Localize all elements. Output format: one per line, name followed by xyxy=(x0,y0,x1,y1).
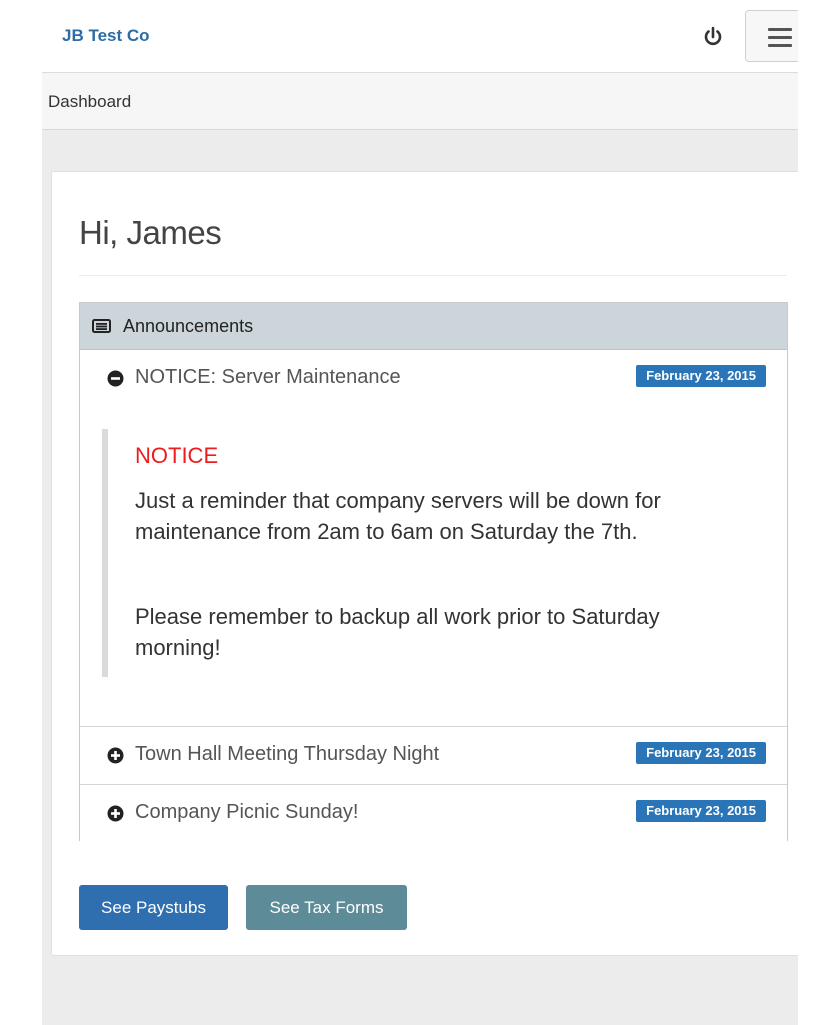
see-tax-forms-button[interactable]: See Tax Forms xyxy=(246,885,407,930)
top-navbar: JB Test Co xyxy=(42,0,798,73)
announcement-title: NOTICE: Server Maintenance xyxy=(135,366,401,388)
announcement-title: Town Hall Meeting Thursday Night xyxy=(135,743,440,765)
notice-paragraph: Please remember to backup all work prior… xyxy=(135,604,660,660)
notice-paragraph: Just a reminder that company servers wil… xyxy=(135,488,661,544)
menu-toggle-button[interactable] xyxy=(745,10,798,62)
announcement-blockquote: NOTICE Just a reminder that company serv… xyxy=(102,429,768,677)
breadcrumb-dashboard: Dashboard xyxy=(48,92,132,111)
date-badge: February 23, 2015 xyxy=(636,742,766,764)
announcement-item-server-maintenance[interactable]: NOTICE: Server Maintenance February 23, … xyxy=(80,350,787,408)
breadcrumb: Dashboard xyxy=(42,73,798,130)
minus-circle-icon xyxy=(107,370,124,387)
plus-circle-icon xyxy=(107,805,124,822)
announcement-item-company-picnic[interactable]: Company Picnic Sunday! February 23, 2015 xyxy=(80,785,787,842)
announcements-panel: Announcements NOTICE: Server Maintenance… xyxy=(79,302,788,842)
plus-circle-icon xyxy=(107,747,124,764)
see-paystubs-button[interactable]: See Paystubs xyxy=(79,885,228,930)
date-badge: February 23, 2015 xyxy=(636,800,766,822)
power-icon xyxy=(704,26,722,46)
hamburger-menu-icon xyxy=(768,28,792,52)
announcements-title: Announcements xyxy=(123,316,254,336)
date-badge: February 23, 2015 xyxy=(636,365,766,387)
notice-heading: NOTICE xyxy=(135,443,219,468)
announcement-body: NOTICE Just a reminder that company serv… xyxy=(80,407,787,727)
list-alt-icon xyxy=(92,319,111,338)
brand-link[interactable]: JB Test Co xyxy=(62,26,150,46)
announcement-item-town-hall[interactable]: Town Hall Meeting Thursday Night Februar… xyxy=(80,727,787,785)
logout-button[interactable] xyxy=(698,22,728,52)
announcement-title: Company Picnic Sunday! xyxy=(135,801,359,823)
divider xyxy=(79,275,787,276)
announcements-header: Announcements xyxy=(80,303,787,350)
dashboard-card: Hi, James Announcements NOTICE: Server M… xyxy=(51,171,798,956)
page-title: Hi, James xyxy=(79,214,222,251)
app-viewport: JB Test Co Dashboard Hi, James Announcem… xyxy=(42,0,798,1025)
